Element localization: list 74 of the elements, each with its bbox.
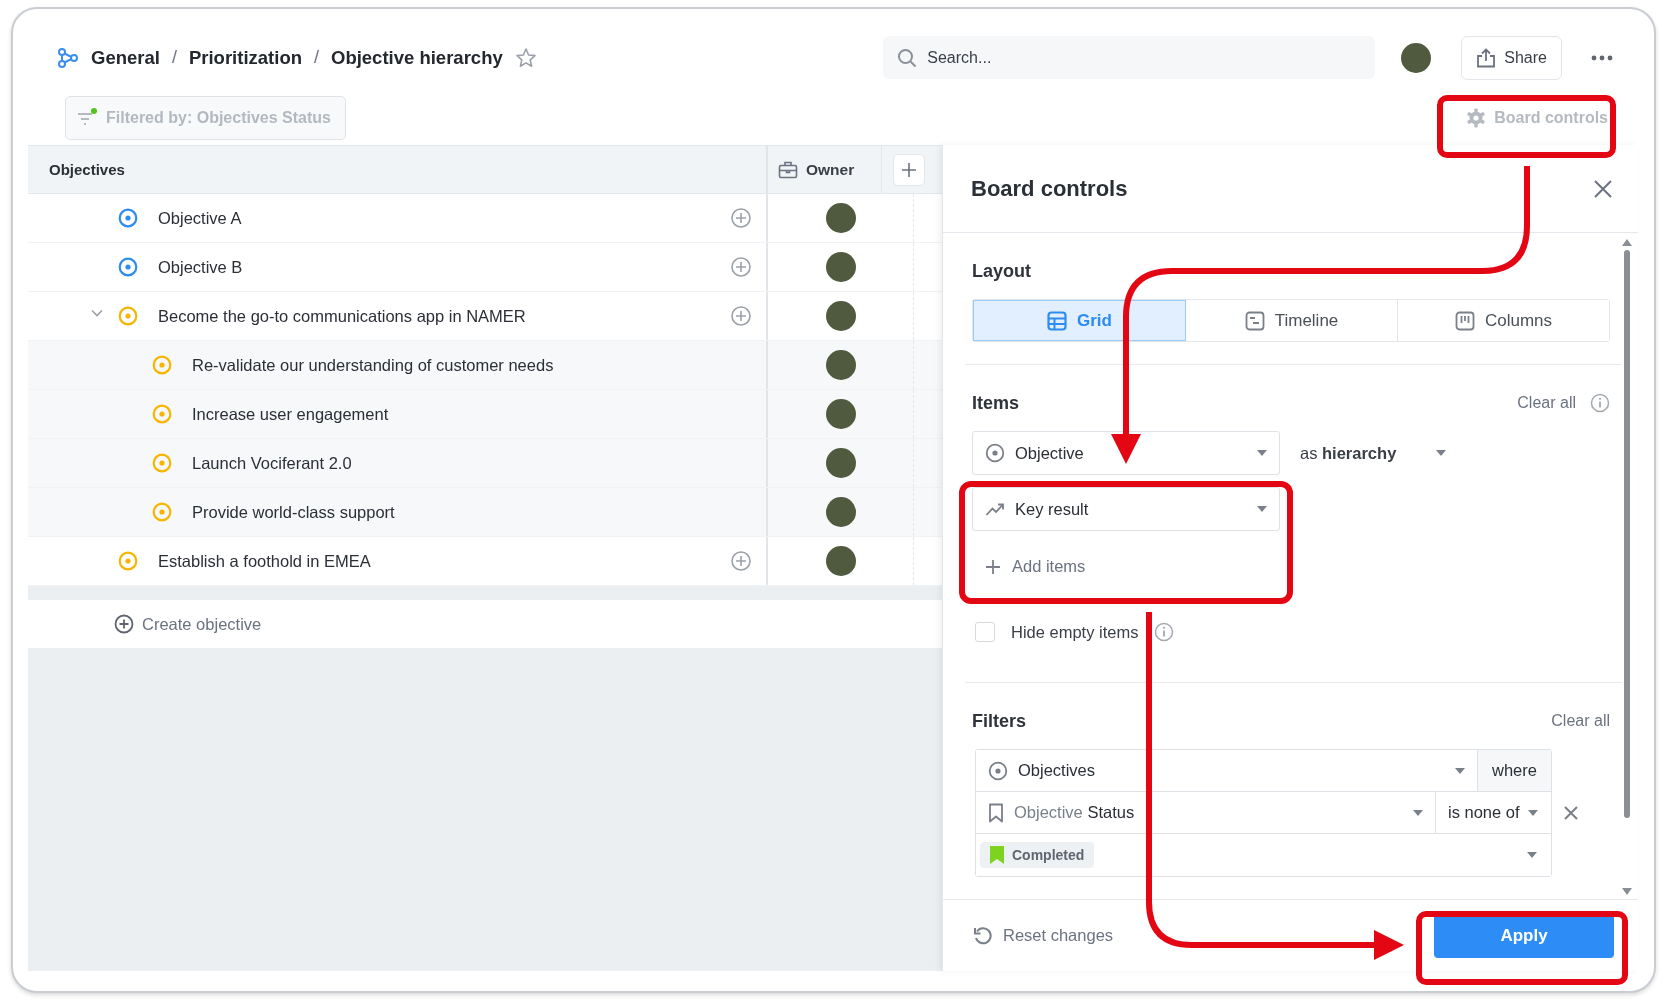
add-column-button[interactable] (893, 153, 925, 186)
breadcrumb-item[interactable]: General (91, 46, 160, 69)
caret-icon (1527, 852, 1537, 858)
item-type-dropdown[interactable]: Key result (972, 487, 1280, 531)
panel-title: Board controls (971, 175, 1128, 202)
create-objective-button[interactable]: Create objective (114, 614, 262, 634)
breadcrumb-item[interactable]: Prioritization (188, 46, 302, 69)
checkbox-label: Hide empty items (1011, 622, 1139, 642)
caret-icon (1436, 450, 1447, 456)
caret-icon (1527, 809, 1538, 816)
plus-circle-icon (730, 207, 752, 229)
owner-avatar (825, 203, 856, 233)
plus-circle-icon (730, 305, 752, 327)
workspace-icon (57, 47, 79, 68)
plus-icon (986, 559, 1000, 574)
bookmark-icon (988, 802, 1004, 823)
display-mode-dropdown[interactable]: as hierarchy (1300, 443, 1447, 463)
user-avatar[interactable] (1401, 42, 1432, 73)
scroll-down-icon (1622, 888, 1632, 895)
owner-avatar (825, 399, 856, 429)
status-tag: Completed (980, 842, 1095, 868)
add-child-button[interactable] (730, 207, 752, 229)
share-icon (1476, 47, 1497, 68)
plus-circle-icon (730, 550, 752, 572)
target-icon (988, 760, 1008, 781)
column-header[interactable]: Owner (806, 160, 855, 179)
owner-avatar (825, 350, 856, 380)
caret-icon (1257, 450, 1267, 456)
section-title: Filters (972, 710, 1027, 732)
gear-icon (1466, 107, 1487, 128)
breadcrumb-item[interactable]: Objective hierarchy (331, 46, 503, 69)
close-button[interactable] (1594, 179, 1612, 198)
reset-changes-button[interactable]: Reset changes (973, 925, 1114, 946)
section-title: Layout (972, 260, 1031, 282)
undo-icon (973, 925, 993, 946)
owner-avatar (825, 546, 856, 576)
info-icon (1154, 622, 1175, 642)
item-type-dropdown[interactable]: Objective (972, 431, 1280, 475)
clear-all-link[interactable]: Clear all (1517, 394, 1576, 412)
breadcrumb-separator: / (171, 47, 177, 69)
owner-avatar (825, 448, 856, 478)
timeline-icon (1244, 310, 1265, 331)
info-icon (1590, 393, 1610, 413)
target-icon (985, 443, 1005, 463)
condition-joiner: where (1477, 750, 1551, 791)
briefcase-icon (778, 160, 798, 179)
owner-avatar (825, 301, 856, 331)
add-child-button[interactable] (730, 256, 752, 278)
plus-circle-icon (730, 256, 752, 278)
caret-icon (1257, 506, 1267, 512)
more-icon[interactable] (1590, 53, 1614, 62)
columns-icon (1454, 310, 1475, 331)
scroll-up-icon (1622, 239, 1632, 246)
caret-icon (1455, 767, 1465, 774)
caret-icon (1413, 809, 1423, 816)
close-icon (1564, 806, 1578, 820)
grid-icon (1047, 310, 1067, 331)
plus-circle-icon (114, 614, 134, 634)
star-icon (514, 46, 537, 69)
owner-avatar (825, 252, 856, 282)
checkbox[interactable] (975, 622, 995, 642)
clear-all-link[interactable]: Clear all (1551, 712, 1610, 730)
column-header[interactable]: Objectives (49, 161, 125, 178)
add-child-button[interactable] (730, 550, 752, 572)
close-icon (1594, 179, 1612, 198)
section-title: Items (972, 392, 1020, 414)
add-items-button[interactable]: Add items (972, 543, 1100, 590)
owner-avatar (825, 497, 856, 527)
plus-icon (902, 162, 916, 177)
remove-filter-button[interactable] (1564, 806, 1578, 820)
add-child-button[interactable] (730, 305, 752, 327)
breadcrumb-separator: / (314, 47, 319, 69)
share-button[interactable]: Share (1461, 35, 1562, 80)
search-field[interactable]: Search... (883, 36, 1376, 80)
